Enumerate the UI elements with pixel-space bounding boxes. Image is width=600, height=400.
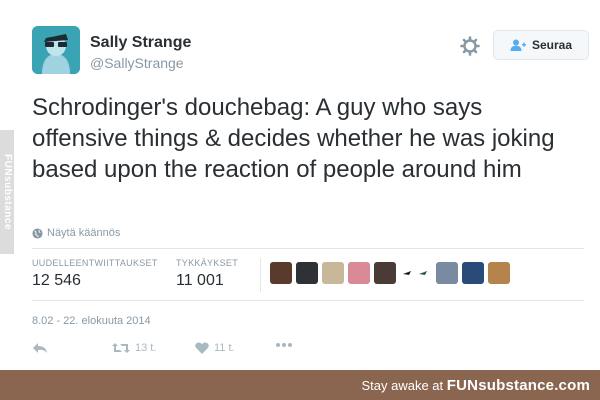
- retweet-count: 13 t.: [135, 342, 157, 354]
- like-button[interactable]: 11 t.: [195, 342, 235, 354]
- follow-button[interactable]: Seuraa: [493, 30, 589, 60]
- liker-avatar[interactable]: [400, 262, 432, 284]
- liker-avatar[interactable]: [462, 262, 484, 284]
- likes-stat-value[interactable]: 11 001: [176, 272, 224, 290]
- gear-icon[interactable]: [460, 36, 480, 56]
- side-watermark-text: FUNsubstance: [2, 153, 13, 230]
- likes-stat-label: TYKKÄYKSET: [176, 258, 239, 268]
- tweet-actions: 13 t. 11 t.: [32, 342, 332, 362]
- heart-icon: [195, 342, 209, 354]
- footer-prefix: Stay awake at: [361, 378, 447, 393]
- tweet-text: Schrodinger's douchebag: A guy who says …: [32, 94, 555, 183]
- stats-separator: [260, 258, 261, 292]
- eyes-icon: [403, 271, 427, 275]
- liker-avatars: [270, 262, 510, 284]
- reply-button[interactable]: [32, 342, 48, 354]
- liker-avatar[interactable]: [296, 262, 318, 284]
- more-icon: [276, 343, 292, 347]
- divider-bottom: [32, 300, 584, 301]
- follow-label: Seuraa: [531, 38, 573, 52]
- author-name[interactable]: Sally Strange: [90, 34, 191, 52]
- footer-text: Stay awake at FUNsubstance.com: [361, 377, 590, 394]
- avatar[interactable]: [32, 26, 80, 74]
- side-watermark: FUNsubstance: [0, 130, 14, 254]
- liker-avatar[interactable]: [436, 262, 458, 284]
- retweet-button[interactable]: 13 t.: [112, 342, 156, 354]
- translate-label: Näytä käännös: [47, 227, 121, 239]
- liker-avatar[interactable]: [322, 262, 344, 284]
- globe-icon: [32, 227, 43, 239]
- footer-brand: FUNsubstance.com: [446, 377, 590, 394]
- more-button[interactable]: [275, 342, 293, 348]
- retweets-stat-label: UUDELLEENTWIITTAUKSET: [32, 258, 158, 268]
- follow-user-icon: [510, 39, 526, 51]
- avatar-image: [32, 26, 80, 74]
- divider-top: [32, 248, 584, 249]
- liker-avatar[interactable]: [374, 262, 396, 284]
- liker-avatar[interactable]: [348, 262, 370, 284]
- retweet-icon: [112, 343, 130, 353]
- reply-icon: [33, 343, 47, 353]
- watermark-footer: Stay awake at FUNsubstance.com: [0, 370, 600, 400]
- liker-avatar[interactable]: [488, 262, 510, 284]
- author-handle[interactable]: @SallyStrange: [90, 55, 184, 71]
- like-count: 11 t.: [214, 342, 235, 354]
- liker-avatar[interactable]: [270, 262, 292, 284]
- retweets-stat-value[interactable]: 12 546: [32, 272, 81, 290]
- translate-link[interactable]: Näytä käännös: [32, 227, 120, 239]
- tweet-timestamp[interactable]: 8.02 - 22. elokuuta 2014: [32, 315, 151, 327]
